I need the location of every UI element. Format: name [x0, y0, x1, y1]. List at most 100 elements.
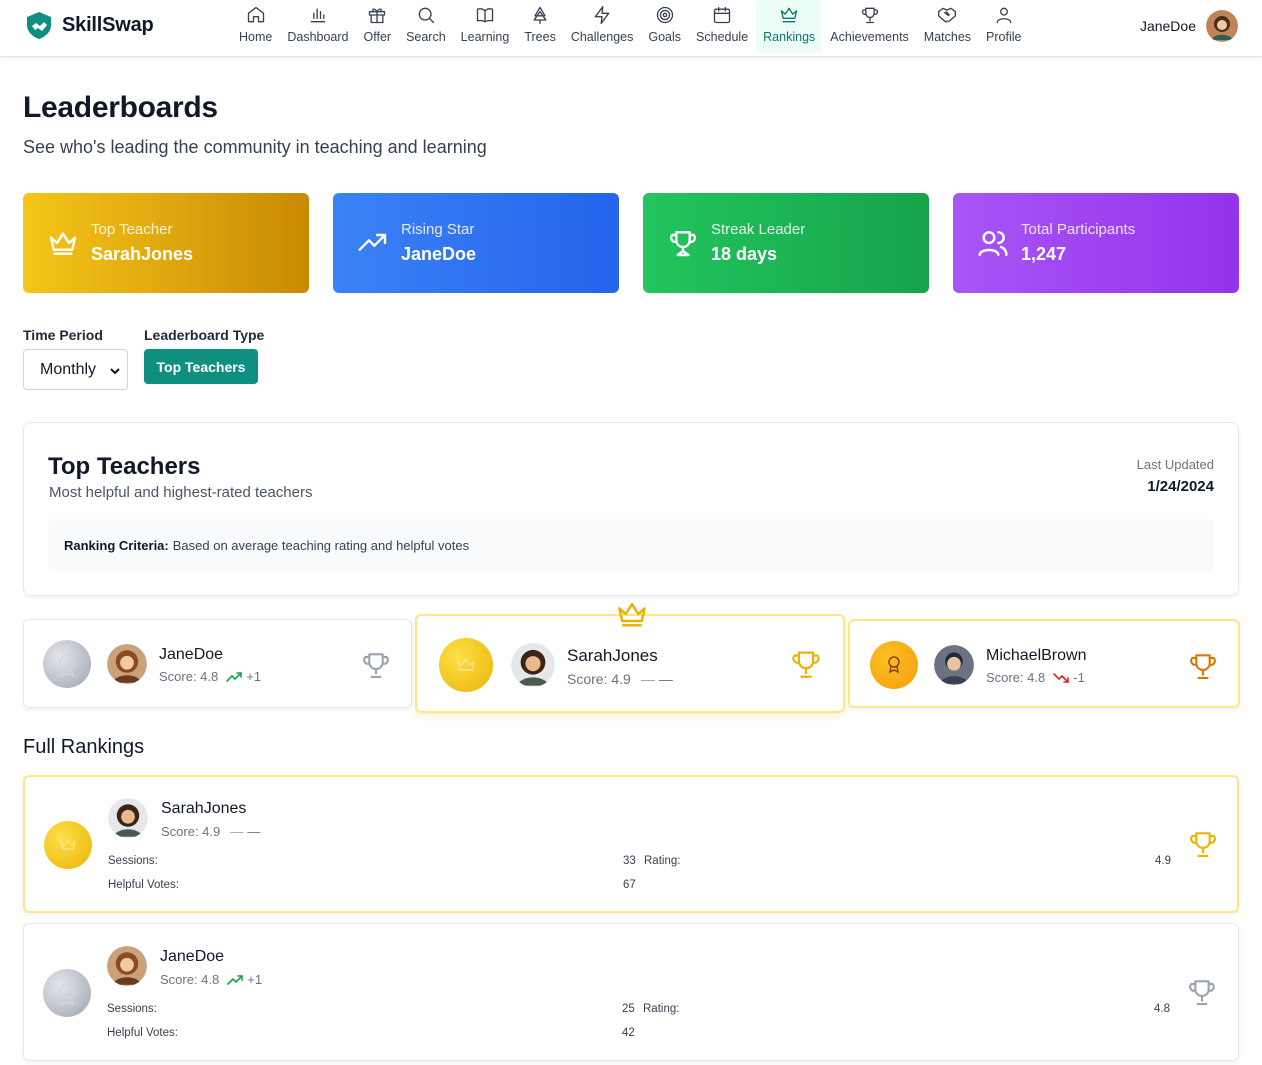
trending-up-icon [357, 227, 389, 259]
podium-card-2nd[interactable]: JaneDoe Score: 4.8 +1 [23, 619, 412, 708]
rank-change: -1 [1073, 670, 1085, 685]
nav-item-dashboard[interactable]: Dashboard [280, 0, 355, 53]
book-icon [475, 5, 495, 30]
avatar [934, 645, 974, 685]
full-rankings-title: Full Rankings [23, 736, 145, 758]
rating-label: Rating: [644, 855, 681, 867]
trophy-icon [1187, 828, 1219, 860]
board-title: Top Teachers [48, 453, 201, 480]
nav-item-home[interactable]: Home [232, 0, 279, 53]
sessions-value: 33 [623, 855, 636, 867]
trend-none-icon: — [640, 671, 655, 687]
nav-item-matches[interactable]: Matches [917, 0, 978, 53]
avatar [108, 798, 148, 838]
crown-icon [779, 5, 799, 30]
helpful-votes-value: 42 [622, 1027, 635, 1039]
handshake-icon [937, 5, 957, 30]
nav-item-search[interactable]: Search [399, 0, 453, 53]
sessions-label: Sessions: [108, 855, 158, 867]
ranking-score: Score: 4.9 [161, 824, 221, 839]
trophy-icon [360, 649, 392, 681]
board-subtitle: Most helpful and highest-rated teachers [49, 484, 313, 501]
ranking-score: Score: 4.8 [160, 972, 220, 987]
podium-score: Score: 4.8 [159, 669, 219, 684]
stat-value: 1,247 [1021, 244, 1067, 264]
rating-value: 4.9 [1155, 855, 1171, 867]
user-menu[interactable]: JaneDoe [1140, 10, 1238, 42]
ranking-row-2[interactable]: JaneDoe Score: 4.8 +1 Sessions: 25 Ratin… [23, 923, 1239, 1061]
leaderboard-type-button[interactable]: Top Teachers [144, 349, 258, 384]
gift-icon [367, 5, 387, 30]
podium-score-row: Score: 4.8 -1 [986, 670, 1085, 685]
page-subtitle: See who's leading the community in teach… [23, 137, 487, 157]
podium-name: MichaelBrown [986, 647, 1087, 664]
podium-name: SarahJones [567, 646, 658, 665]
nav-item-label: Profile [986, 30, 1022, 44]
criteria-text: Based on average teaching rating and hel… [172, 537, 470, 553]
nav-item-schedule[interactable]: Schedule [689, 0, 755, 53]
trophy-icon [789, 647, 823, 681]
sessions-label: Sessions: [107, 1003, 157, 1015]
username: JaneDoe [1139, 18, 1196, 34]
stat-card-streak-leader: Streak Leader 18 days [643, 193, 929, 293]
trend-up-icon [227, 974, 244, 986]
avatar [107, 644, 147, 684]
bar-chart-icon [308, 5, 328, 30]
ranking-row-1[interactable]: SarahJones Score: 4.9 — — Sessions: 33 R… [23, 775, 1239, 913]
trophy-icon [1187, 650, 1219, 682]
logo[interactable]: SkillSwap [24, 10, 154, 40]
stat-label: Top Teacher [91, 221, 173, 238]
ranking-name: SarahJones [161, 800, 247, 817]
nav-item-learning[interactable]: Learning [454, 0, 517, 53]
stat-value: SarahJones [91, 244, 194, 264]
helpful-votes-label: Helpful Votes: [107, 1027, 178, 1039]
nav-item-label: Challenges [570, 30, 634, 44]
top-navbar: SkillSwap Home Dashboard Offer Search Learni… [0, 0, 1262, 57]
target-icon [655, 5, 675, 30]
podium-score-row: Score: 4.8 +1 [159, 669, 261, 684]
nav-item-label: Achievements [830, 30, 909, 44]
nav-item-achievements[interactable]: Achievements [823, 0, 916, 53]
ranking-criteria: Ranking Criteria: Based on average teach… [48, 519, 1214, 571]
podium-score: Score: 4.8 [986, 670, 1046, 685]
nav-item-trees[interactable]: Trees [517, 0, 563, 53]
nav-item-label: Goals [648, 30, 682, 44]
app-name: SkillSwap [62, 13, 154, 36]
podium-score: Score: 4.9 [567, 671, 631, 687]
home-icon [246, 5, 266, 30]
trophy-icon [667, 227, 699, 259]
nav-item-label: Offer [363, 30, 392, 44]
rating-label: Rating: [643, 1003, 680, 1015]
silver-medal-icon [43, 969, 91, 1017]
time-period-label: Time Period [23, 327, 103, 343]
nav-item-challenges[interactable]: Challenges [564, 0, 641, 53]
leaderboard-panel: Top Teachers Most helpful and highest-ra… [23, 422, 1239, 596]
nav-item-rankings[interactable]: Rankings [756, 0, 823, 53]
stat-value: JaneDoe [401, 244, 477, 264]
stat-card-top-teacher: Top Teacher SarahJones [23, 193, 309, 293]
nav-item-label: Home [239, 30, 273, 44]
skillswap-logo-icon [24, 10, 54, 40]
nav-item-offer[interactable]: Offer [357, 0, 399, 53]
podium-card-3rd[interactable]: MichaelBrown Score: 4.8 -1 [848, 619, 1240, 708]
leaderboard-type-label: Leaderboard Type [144, 327, 265, 343]
rank-change: +1 [247, 972, 263, 987]
time-period-value: Monthly [40, 360, 97, 378]
trend-up-icon [226, 671, 243, 683]
stat-value: 18 days [711, 244, 778, 264]
nav-item-profile[interactable]: Profile [979, 0, 1028, 53]
last-updated-label: Last Updated [1136, 457, 1214, 472]
users-icon [977, 227, 1009, 259]
silver-medal-icon [43, 640, 91, 688]
user-icon [994, 5, 1014, 30]
trophy-icon [1186, 976, 1218, 1008]
trend-none-icon: — [230, 824, 244, 839]
time-period-select[interactable]: Monthly [23, 349, 128, 390]
stat-label: Rising Star [401, 221, 475, 238]
nav-item-goals[interactable]: Goals [641, 0, 688, 53]
avatar[interactable] [1206, 10, 1238, 42]
helpful-votes-value: 67 [623, 879, 636, 891]
helpful-votes-label: Helpful Votes: [108, 879, 179, 891]
rank-change: — [247, 824, 261, 839]
podium-card-1st[interactable]: SarahJones Score: 4.9 — — [415, 602, 845, 713]
